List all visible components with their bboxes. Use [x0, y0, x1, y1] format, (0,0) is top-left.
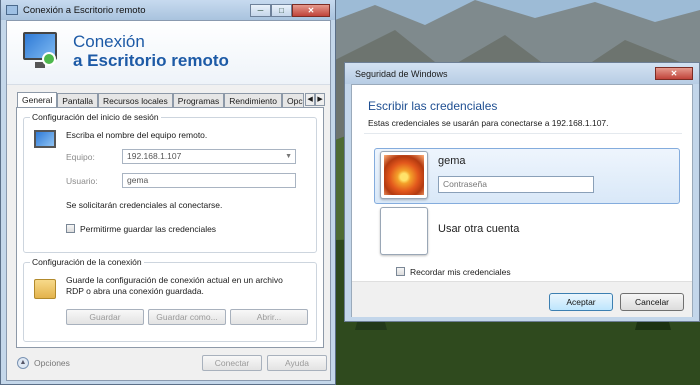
divider: [364, 133, 682, 134]
blank-picture-icon: [384, 211, 424, 251]
connection-desc-line1: Guarde la configuración de conexión actu…: [66, 275, 283, 285]
tab-recursos-locales[interactable]: Recursos locales: [97, 93, 173, 108]
login-instruction: Escriba el nombre del equipo remoto.: [66, 130, 208, 140]
chevron-up-icon[interactable]: ▲: [17, 357, 29, 369]
credentials-heading: Escribir las credenciales: [368, 99, 498, 113]
security-titlebar[interactable]: Seguridad de Windows ✕: [345, 63, 699, 84]
security-footer: Aceptar Cancelar: [352, 281, 692, 317]
connection-desc-line2: RDP o abra una conexión guardada.: [66, 286, 204, 296]
rdp-banner: Conexión a Escritorio remoto: [7, 21, 330, 85]
connection-settings-group: Configuración de la conexión Guarde la c…: [23, 257, 317, 342]
maximize-button[interactable]: □: [271, 3, 292, 17]
chevron-down-icon[interactable]: ▼: [285, 150, 292, 163]
other-account-label[interactable]: Usar otra cuenta: [438, 223, 519, 235]
computer-combobox[interactable]: 192.168.1.107 ▼: [122, 149, 296, 164]
connection-group-title: Configuración de la conexión: [30, 257, 144, 267]
tab-strip: General Pantalla Recursos locales Progra…: [17, 92, 326, 108]
credentials-subtitle: Estas credenciales se usarán para conect…: [368, 118, 609, 128]
open-button[interactable]: Abrir...: [230, 309, 308, 325]
banner-title-line2: a Escritorio remoto: [73, 51, 229, 70]
tab-pantalla[interactable]: Pantalla: [57, 93, 98, 108]
tab-programas[interactable]: Programas: [172, 93, 225, 108]
user-label: Usuario:: [66, 176, 98, 186]
allow-save-label[interactable]: Permitirme guardar las credenciales: [80, 224, 216, 234]
rdp-titlebar[interactable]: Conexión a Escritorio remoto ─ □ ✕: [1, 0, 335, 20]
credentials-note: Se solicitarán credenciales al conectars…: [66, 200, 223, 210]
close-icon[interactable]: ✕: [655, 67, 693, 80]
login-group-title: Configuración del inicio de sesión: [30, 112, 161, 122]
rdp-window-title: Conexión a Escritorio remoto: [23, 4, 146, 16]
save-as-button[interactable]: Guardar como...: [148, 309, 226, 325]
folder-icon: [34, 279, 56, 299]
user-picture-icon[interactable]: [380, 151, 428, 199]
connection-arrow-icon: [42, 52, 56, 66]
other-account-icon[interactable]: [380, 207, 428, 255]
cancel-button[interactable]: Cancelar: [620, 293, 684, 311]
options-toggle[interactable]: ▲ Opciones: [17, 357, 70, 369]
tab-scroll-right-icon[interactable]: ▶: [315, 93, 326, 106]
remember-credentials-checkbox[interactable]: [396, 267, 405, 276]
computer-label: Equipo:: [66, 152, 95, 162]
rdp-app-icon: [6, 5, 18, 15]
rdp-client-area: Conexión a Escritorio remoto General Pan…: [6, 20, 331, 381]
remember-credentials-label[interactable]: Recordar mis credenciales: [410, 267, 511, 277]
tab-scroll-left-icon[interactable]: ◀: [305, 93, 316, 106]
banner-title-line1: Conexión: [73, 32, 145, 51]
save-button[interactable]: Guardar: [66, 309, 144, 325]
tab-rendimiento[interactable]: Rendimiento: [224, 93, 283, 108]
minimize-button[interactable]: ─: [250, 3, 271, 17]
options-label: Opciones: [34, 358, 70, 368]
computer-icon: [34, 130, 56, 148]
close-button[interactable]: ✕: [292, 3, 330, 17]
tab-general[interactable]: General: [17, 92, 58, 108]
login-settings-group: Configuración del inicio de sesión Escri…: [23, 112, 317, 253]
computer-value: 192.168.1.107: [127, 151, 182, 161]
rdp-window: Conexión a Escritorio remoto ─ □ ✕ Conex…: [0, 0, 336, 385]
general-tab-panel: Configuración del inicio de sesión Escri…: [16, 107, 324, 348]
flower-picture-icon: [384, 155, 424, 195]
help-button[interactable]: Ayuda: [267, 355, 327, 371]
connect-button[interactable]: Conectar: [202, 355, 262, 371]
security-title: Seguridad de Windows: [355, 68, 448, 79]
windows-security-dialog: Seguridad de Windows ✕ Escribir las cred…: [344, 62, 700, 322]
tab-opciones[interactable]: Opcio: [282, 93, 305, 108]
accept-button[interactable]: Aceptar: [549, 293, 613, 311]
password-input[interactable]: Contraseña: [438, 176, 594, 193]
allow-save-checkbox[interactable]: [66, 224, 75, 233]
user-field[interactable]: gema: [122, 173, 296, 188]
credential-user-name: gema: [438, 155, 466, 167]
security-client-area: Escribir las credenciales Estas credenci…: [351, 84, 693, 317]
